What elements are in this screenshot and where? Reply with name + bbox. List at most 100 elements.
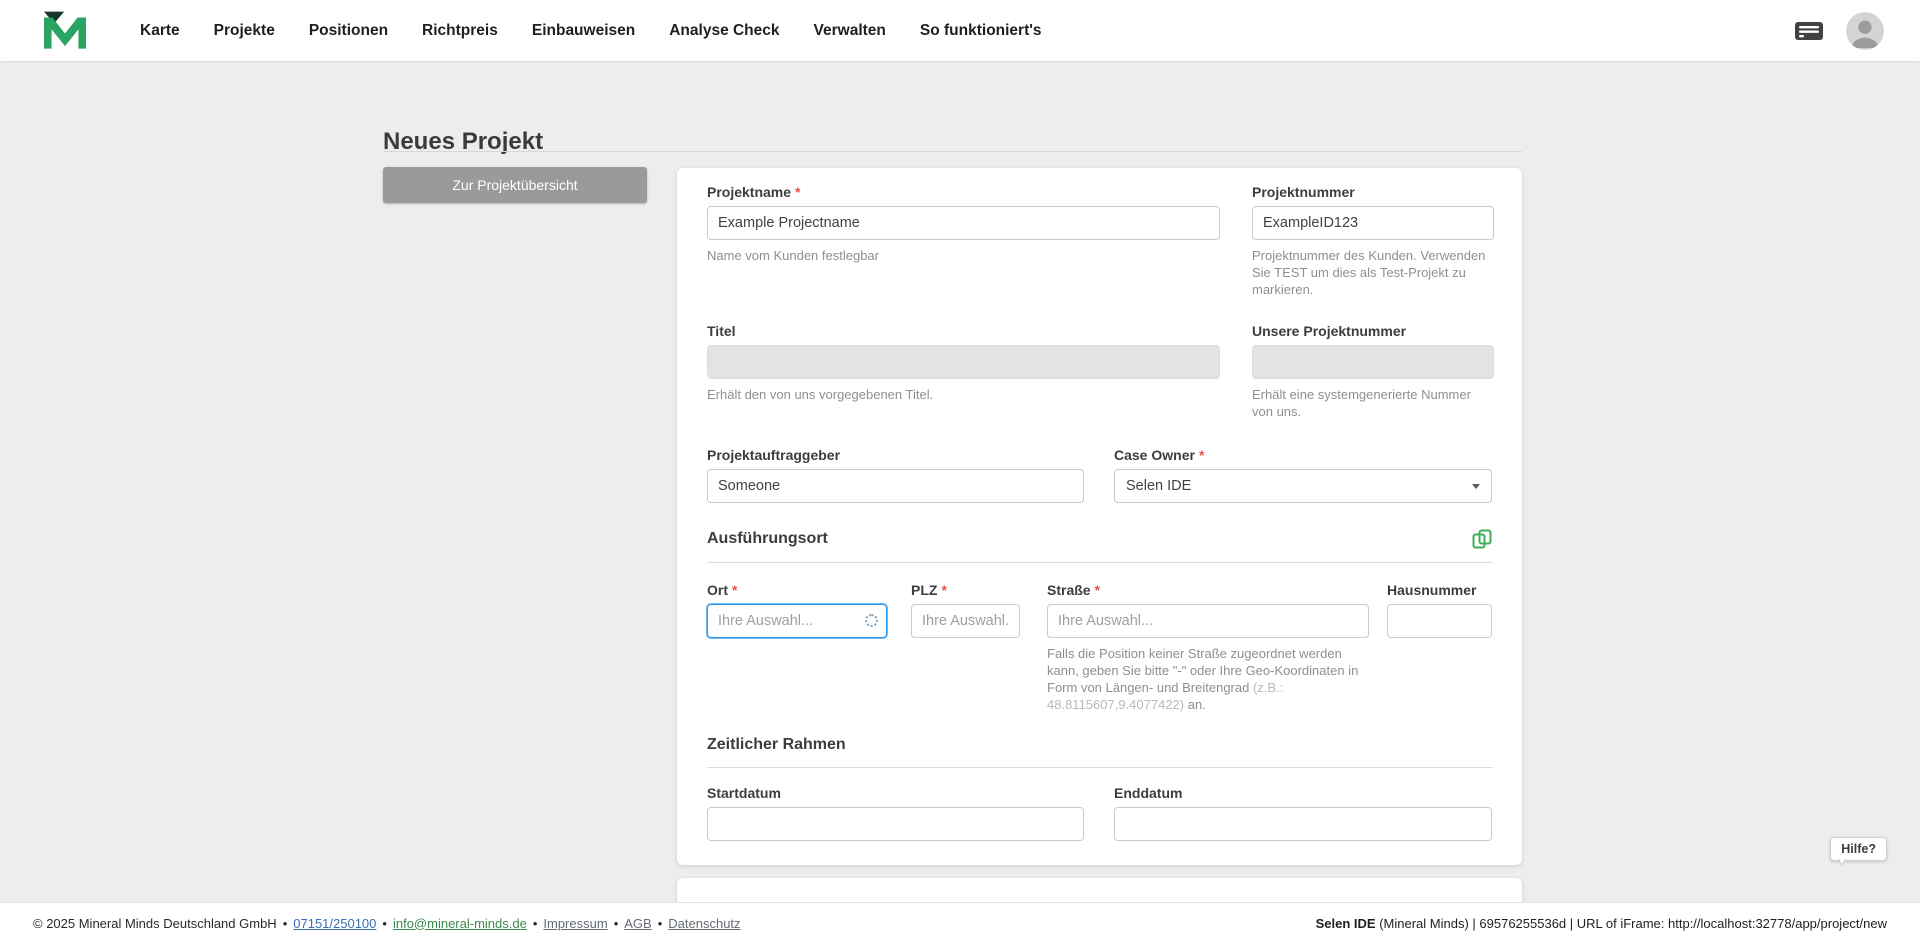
projektnummer-input[interactable] <box>1252 206 1494 240</box>
plz-label-text: PLZ <box>911 582 938 598</box>
footer-datenschutz-link[interactable]: Datenschutz <box>668 916 740 931</box>
hausnummer-field: Hausnummer <box>1387 582 1492 638</box>
startdatum-input[interactable] <box>707 807 1084 841</box>
nav-item-einbauweisen[interactable]: Einbauweisen <box>532 22 635 40</box>
copy-icon <box>1472 529 1492 549</box>
logo-m-icon <box>44 11 86 49</box>
ort-label: Ort * <box>707 582 887 599</box>
new-project-form-card: Projektname* Name vom Kunden festlegbar … <box>677 168 1522 865</box>
hausnummer-label-text: Hausnummer <box>1387 582 1477 598</box>
enddatum-input[interactable] <box>1114 807 1492 841</box>
footer-left: © 2025 Mineral Minds Deutschland GmbH • … <box>33 916 741 931</box>
case-owner-label-text: Case Owner <box>1114 447 1195 463</box>
required-marker: * <box>1198 447 1205 463</box>
section-divider <box>707 767 1493 768</box>
strasse-input[interactable] <box>1047 604 1369 638</box>
ort-label-text: Ort <box>707 582 728 598</box>
titel-label-text: Titel <box>707 323 736 339</box>
main-nav: Karte Projekte Positionen Richtpreis Ein… <box>140 22 1042 40</box>
user-avatar[interactable] <box>1846 11 1884 50</box>
ausfuehrungsort-heading: Ausführungsort <box>707 530 828 547</box>
zeitlicher-rahmen-section-header: Zeitlicher Rahmen <box>707 736 1493 754</box>
plz-input[interactable] <box>911 604 1020 638</box>
strasse-label-text: Straße <box>1047 582 1091 598</box>
zeitlicher-rahmen-heading: Zeitlicher Rahmen <box>707 736 846 753</box>
enddatum-label: Enddatum <box>1114 785 1492 802</box>
nav-item-richtpreis[interactable]: Richtpreis <box>422 22 498 40</box>
server-icon[interactable] <box>1794 20 1824 42</box>
ort-input-wrap <box>707 604 887 638</box>
unsere-projektnummer-label: Unsere Projektnummer <box>1252 323 1494 340</box>
projektauftraggeber-input[interactable] <box>707 469 1084 503</box>
enddatum-label-text: Enddatum <box>1114 785 1183 801</box>
title-divider <box>383 151 1522 152</box>
footer-separator: • <box>382 915 387 931</box>
footer-separator: • <box>282 915 288 931</box>
copy-address-button[interactable] <box>1471 528 1493 550</box>
titel-field: Titel Erhält den von uns vorgegebenen Ti… <box>707 323 1220 403</box>
unsere-projektnummer-label-text: Unsere Projektnummer <box>1252 323 1407 339</box>
projektname-field: Projektname* Name vom Kunden festlegbar <box>707 184 1220 264</box>
projektname-label-text: Projektname <box>707 184 792 200</box>
projektauftraggeber-label-text: Projektauftraggeber <box>707 447 841 463</box>
case-owner-selected-value: Selen IDE <box>1126 478 1192 494</box>
footer-email-link[interactable]: info@mineral-minds.de <box>393 916 527 931</box>
strasse-helper-main: Falls die Position keiner Straße zugeord… <box>1047 646 1359 696</box>
strasse-label: Straße * <box>1047 582 1369 599</box>
hausnummer-label: Hausnummer <box>1387 582 1492 599</box>
required-marker: * <box>1094 582 1101 598</box>
startdatum-label: Startdatum <box>707 785 1084 802</box>
projektname-label: Projektname * <box>707 184 1220 201</box>
plz-field: PLZ * <box>911 582 1020 638</box>
strasse-helper-end: an. <box>1184 697 1206 713</box>
titel-helper: Erhält den von uns vorgegebenen Titel. <box>707 387 934 402</box>
session-details: (Mineral Minds) | 69576255536d | URL of … <box>1375 915 1887 931</box>
hausnummer-input[interactable] <box>1387 604 1492 638</box>
top-navbar: Karte Projekte Positionen Richtpreis Ein… <box>0 0 1920 61</box>
case-owner-field: Case Owner * Selen IDE <box>1114 447 1492 503</box>
nav-right-actions <box>1794 11 1920 50</box>
unsere-projektnummer-input <box>1252 345 1494 379</box>
loading-spinner-icon <box>865 614 878 627</box>
footer-separator: • <box>613 915 619 931</box>
ort-input[interactable] <box>707 604 887 638</box>
required-marker: * <box>732 582 738 598</box>
nav-item-projekte[interactable]: Projekte <box>214 22 275 40</box>
help-button[interactable]: Hilfe? <box>1830 837 1887 866</box>
ort-field: Ort * <box>707 582 887 638</box>
titel-label: Titel <box>707 323 1220 340</box>
footer-separator: • <box>532 915 538 931</box>
footer-separator: • <box>657 915 663 931</box>
app-window: Karte Projekte Positionen Richtpreis Ein… <box>0 0 1920 943</box>
projektname-input[interactable] <box>707 206 1220 240</box>
mineral-minds-logo[interactable] <box>44 11 86 51</box>
required-marker: * <box>795 184 801 200</box>
projektnummer-field: Projektnummer Projektnummer des Kunden. … <box>1252 184 1494 298</box>
nav-item-so-funktionierts[interactable]: So funktioniert's <box>920 22 1042 40</box>
strasse-helper: Falls die Position keiner Straße zugeord… <box>1047 645 1369 714</box>
back-to-project-overview-button[interactable]: Zur Projektübersicht <box>383 167 647 203</box>
nav-item-positionen[interactable]: Positionen <box>309 22 388 40</box>
footer-session-info: Selen IDE (Mineral Minds) | 69576255536d… <box>1316 916 1887 931</box>
startdatum-field: Startdatum <box>707 785 1084 841</box>
required-marker: * <box>941 582 947 598</box>
footer-agb-link[interactable]: AGB <box>624 916 651 931</box>
nav-item-karte[interactable]: Karte <box>140 22 180 40</box>
session-user: Selen IDE <box>1315 915 1376 931</box>
footer-impressum-link[interactable]: Impressum <box>543 916 607 931</box>
projektnummer-helper: Projektnummer des Kunden. Verwenden Sie … <box>1252 248 1486 298</box>
projektauftraggeber-label: Projektauftraggeber <box>707 447 1084 464</box>
nav-item-verwalten[interactable]: Verwalten <box>814 22 886 40</box>
enddatum-field: Enddatum <box>1114 785 1492 841</box>
chevron-down-icon <box>1472 483 1480 489</box>
nav-item-analyse-check[interactable]: Analyse Check <box>669 22 779 40</box>
projektnummer-label: Projektnummer <box>1252 184 1494 201</box>
projektname-helper: Name vom Kunden festlegbar <box>707 248 879 263</box>
case-owner-label: Case Owner * <box>1114 447 1492 464</box>
section-divider <box>707 562 1493 563</box>
unsere-projektnummer-field: Unsere Projektnummer Erhält eine systemg… <box>1252 323 1494 420</box>
page-footer: © 2025 Mineral Minds Deutschland GmbH • … <box>0 902 1920 943</box>
case-owner-select[interactable]: Selen IDE <box>1114 469 1492 503</box>
titel-input <box>707 345 1220 379</box>
footer-phone-link[interactable]: 07151/250100 <box>293 916 376 931</box>
